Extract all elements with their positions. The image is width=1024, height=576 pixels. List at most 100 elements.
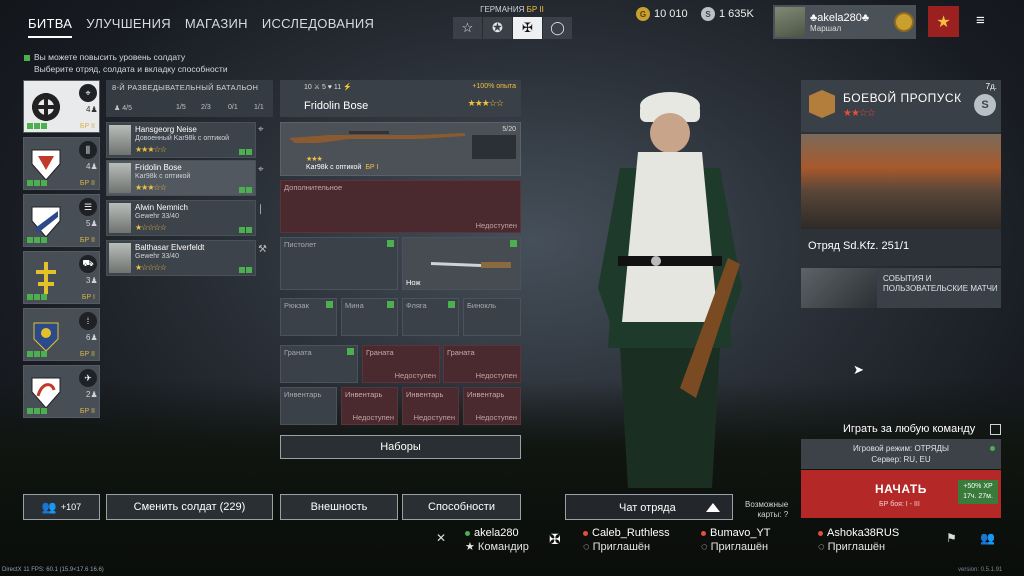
inventory-slot[interactable]: Инвентарь <box>280 387 337 425</box>
battle-pass-days: 7д. <box>985 82 997 91</box>
squad-count: 3 <box>86 276 91 285</box>
game-mode-selector[interactable]: Игровой режим: ОТРЯДЫ Сервер: RU, EU <box>801 439 1001 469</box>
squad-card-4[interactable]: ⛟ 3♟ БР I <box>23 251 100 304</box>
username: akela280 <box>817 11 862 24</box>
squad-emblem-icon <box>31 149 61 181</box>
gold-currency[interactable]: G 10 010 <box>636 7 688 21</box>
party-member[interactable]: Bumavo_YT ◌ Приглашён <box>701 526 771 554</box>
ussr-circle-icon[interactable]: ◯ <box>543 17 572 39</box>
grenade-slot[interactable]: Граната Недоступен <box>443 345 521 383</box>
squad-card-3[interactable]: ☰ 5♟ БР II <box>23 194 100 247</box>
slot-label: Фляга <box>406 301 427 310</box>
slot-label: Мина <box>345 301 364 310</box>
squad-count: 4 <box>86 162 91 171</box>
ammo-count: 5/20 <box>502 126 516 133</box>
backpack-slot[interactable]: Рюкзак <box>280 298 337 336</box>
primary-weapon-slot[interactable]: 5/20 ★★★ Kar98k с оптикой БР I <box>280 122 521 176</box>
soldier-row[interactable]: Fridolin Bose Kar98k с оптикой ★★★☆☆ <box>106 160 256 196</box>
slot-label: Пистолет <box>284 240 317 249</box>
inventory-slot[interactable]: Инвентарь Недоступен <box>402 387 459 425</box>
squad-card-6[interactable]: ✈ 2♟ БР II <box>23 365 100 418</box>
kits-button[interactable]: Наборы <box>280 435 521 459</box>
rank-star-icon[interactable]: ★ <box>928 6 959 37</box>
friends-count: +107 <box>60 502 82 512</box>
party-member[interactable]: Caleb_Ruthless ◌ Приглашён <box>583 526 670 554</box>
usa-star-icon[interactable]: ✪ <box>483 17 512 39</box>
soldier-row[interactable]: Alwin Nemnich Gewehr 33/40 ★☆☆☆☆ <box>106 200 256 236</box>
slot-status: Недоступен <box>352 413 394 422</box>
squad-br: БР II <box>79 237 95 244</box>
maps-label-1: Возможные <box>745 500 789 509</box>
battalion-header: 8-Й РАЗВЕДЫВАТЕЛЬНЫЙ БАТАЛЬОН ♟ 4/5 1/5 … <box>106 80 273 117</box>
any-team-label: Играть за любую команду <box>843 423 976 435</box>
version-label: version: 0.5.1.91 <box>958 567 1003 573</box>
soldier-stars: ★☆☆☆☆ <box>135 263 167 272</box>
flag-icon[interactable]: ⚑ <box>946 531 957 545</box>
main-nav: БИТВА УЛУЧШЕНИЯ МАГАЗИН ИССЛЕДОВАНИЯ <box>28 16 374 38</box>
grenade-slot[interactable]: Граната Недоступен <box>362 345 440 383</box>
tab-upgrades[interactable]: УЛУЧШЕНИЯ <box>86 16 171 38</box>
tab-shop[interactable]: МАГАЗИН <box>185 16 248 38</box>
slot-rifle-count: 1/5 <box>176 104 186 111</box>
binoculars-slot[interactable]: Бинокль <box>463 298 521 336</box>
flask-slot[interactable]: Фляга <box>402 298 459 336</box>
invite-friends-icon[interactable]: 👥 <box>980 531 995 545</box>
soldier-row[interactable]: Hansgeorg Neise Довоенный Kar98k с оптик… <box>106 122 256 158</box>
squad-emblem-icon <box>36 262 56 294</box>
hint-line-1: Вы можете повысить уровень солдату <box>34 52 186 62</box>
user-profile[interactable]: ♣akela280♣ Маршал <box>773 5 916 39</box>
sniper-role-icon: ⌖ <box>258 124 264 135</box>
rifle-role-icon: ∣ <box>258 204 263 215</box>
abilities-button[interactable]: Способности <box>402 494 521 520</box>
events-thumbnail <box>801 268 877 308</box>
pistol-slot[interactable]: Пистолет <box>280 237 398 290</box>
events-button[interactable]: СОБЫТИЯ И ПОЛЬЗОВАТЕЛЬСКИЕ МАТЧИ <box>801 268 1001 308</box>
tab-battle[interactable]: БИТВА <box>28 16 73 38</box>
status-dot-icon <box>990 446 995 451</box>
menu-icon[interactable]: ≡ <box>976 12 985 29</box>
mine-slot[interactable]: Мина <box>341 298 398 336</box>
slot-label: Нож <box>406 278 421 287</box>
party-member[interactable]: Ashoka38RUS ◌ Приглашён <box>818 526 899 554</box>
inventory-slot[interactable]: Инвентарь Недоступен <box>463 387 521 425</box>
close-icon[interactable]: ✕ <box>436 531 446 545</box>
party-member-name: akela280 <box>474 527 519 539</box>
knife-slot[interactable]: Нож <box>402 237 521 290</box>
battle-pass-card[interactable]: БОЕВОЙ ПРОПУСК ★★☆☆ 7д. S Отряд Sd.Kfz. … <box>801 80 1001 266</box>
user-rank: Маршал <box>810 23 842 33</box>
germany-cross-icon[interactable]: ✠ <box>513 17 542 39</box>
squad-card-2[interactable]: ⫼ 4♟ БР II <box>23 137 100 190</box>
change-soldiers-button[interactable]: Сменить солдат (229) <box>106 494 273 520</box>
weapon-stars: ★★★ <box>306 156 323 163</box>
start-button[interactable]: НАЧАТЬ БР боя: I - III +50% XP 17ч. 27м. <box>801 470 1001 518</box>
appearance-button[interactable]: Внешность <box>280 494 398 520</box>
any-team-checkbox[interactable] <box>990 424 1001 435</box>
friends-button[interactable]: 👥 +107 <box>23 494 100 520</box>
rifle-class-icon: ⫼ <box>79 141 97 159</box>
slot-radio-count: 0/1 <box>228 104 238 111</box>
soldier-name: Balthasar Elverfeldt <box>135 243 205 252</box>
squad-br: БР II <box>79 408 95 415</box>
inventory-slot[interactable]: Инвентарь Недоступен <box>341 387 398 425</box>
squad-card-1[interactable]: ⌖ 4♟ БР II <box>23 80 100 133</box>
assault-class-icon: ✈ <box>79 369 97 387</box>
party-member[interactable]: akela280 ★ Командир <box>465 526 529 554</box>
nation-label: ГЕРМАНИЯ БР II <box>453 5 571 14</box>
additional-weapon-slot[interactable]: Дополнительное Недоступен <box>280 180 521 233</box>
slot-label: Граната <box>284 348 312 357</box>
tab-research[interactable]: ИССЛЕДОВАНИЯ <box>262 16 374 38</box>
silver-currency[interactable]: S 1 635K <box>701 7 754 21</box>
squad-card-5[interactable]: ⁞ 6♟ БР II <box>23 308 100 361</box>
soldier-row[interactable]: Balthasar Elverfeldt Gewehr 33/40 ★☆☆☆☆ <box>106 240 256 276</box>
squad-chat-button[interactable]: Чат отряда <box>565 494 733 520</box>
medal-icon <box>894 12 914 32</box>
slot-label: Дополнительное <box>284 183 343 192</box>
grenade-slot[interactable]: Граната <box>280 345 358 383</box>
ammo-class-icon: ⁞ <box>79 312 97 330</box>
possible-maps[interactable]: Возможные карты: ? <box>745 500 788 520</box>
change-soldiers-label: Сменить солдат (229) <box>133 501 246 513</box>
star-outline-icon[interactable]: ☆ <box>453 17 482 39</box>
squad-emblem-icon <box>31 206 61 238</box>
squad-br: БР I <box>81 294 95 301</box>
soldier-details-header: 10 ⚔ 5 ♥ 11 ⚡ +100% опыта Fridolin Bose … <box>280 80 521 117</box>
